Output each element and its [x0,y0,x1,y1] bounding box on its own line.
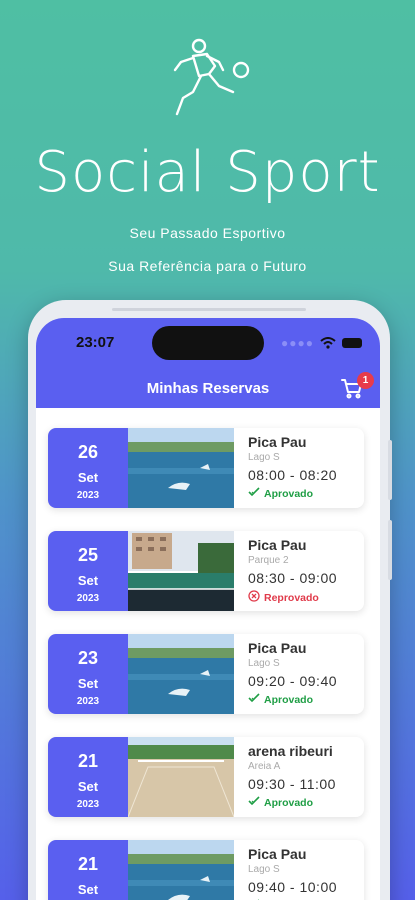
soccer-player-icon [173,38,250,116]
x-circle-icon [248,590,260,605]
status-text: Aprovado [264,693,314,706]
tennis-court-photo [128,531,234,611]
speaker-grille [112,308,306,311]
reservation-card[interactable]: 23 Set 2023 Pica Pau Lago S 09:20 - 09:4… [48,634,364,714]
phone-side-button [388,440,392,500]
reservation-card[interactable]: 21 Set 2023 Pica Pau Lago S 09:40 - 10:0… [48,840,364,900]
date-month: Set [77,676,99,691]
date-box: 21 Set 2023 [48,737,128,817]
court-name: Areia A [248,761,281,772]
reservation-info: Pica Pau Lago S 09:40 - 10:00 Aprovado [248,846,360,900]
time-range: 08:00 - 08:20 [248,467,338,483]
sand-court-photo [127,737,235,817]
status-text: Aprovado [264,796,314,809]
status-label: Aprovado [248,487,360,500]
status-time: 23:07 [76,334,115,351]
reservation-list: 26 Set 2023 Pica Pau Lago S 08:00 - 08:2… [48,428,364,900]
lake-photo [128,428,234,508]
date-box: 23 Set 2023 [48,634,128,714]
time-range: 09:20 - 09:40 [248,673,338,689]
tagline-future: Sua Referência para o Futuro [108,258,307,274]
date-year: 2023 [76,593,100,604]
check-icon [248,487,260,500]
date-day: 23 [77,648,99,668]
time-range: 09:30 - 11:00 [248,776,336,792]
reservation-info: Pica Pau Parque 2 08:30 - 09:00 Reprovad… [248,537,360,605]
check-icon [248,693,260,706]
lake-photo [128,634,234,714]
venue-name: Pica Pau [248,846,307,862]
reservation-card[interactable]: 26 Set 2023 Pica Pau Lago S 08:00 - 08:2… [48,428,364,508]
date-day: 26 [77,442,99,462]
date-month: Set [77,470,99,485]
reservation-card[interactable]: 21 Set 2023 arena ribeuri Areia A 09:30 … [48,737,364,817]
lake-photo [128,840,234,900]
status-text: Aprovado [264,487,314,500]
app-title: Social Sport [34,140,381,205]
dynamic-island [152,326,264,360]
date-month: Set [77,882,99,897]
reservation-card[interactable]: 25 Set 2023 Pica Pau Parque 2 08:30 - 09… [48,531,364,611]
court-name: Lago S [248,452,280,463]
date-box: 21 Set 2023 [48,840,128,900]
time-range: 08:30 - 09:00 [248,570,338,586]
status-label: Aprovado [248,796,360,809]
court-name: Parque 2 [248,555,289,566]
app-header: 23:07 ●●●● Minhas Reservas 1 [36,318,380,408]
venue-name: Pica Pau [248,537,307,553]
status-label: Aprovado [248,693,360,706]
cart-count-badge: 1 [357,372,374,389]
wifi-icon [320,337,336,349]
court-name: Lago S [248,864,280,875]
date-box: 26 Set 2023 [48,428,128,508]
check-icon [248,796,260,809]
date-month: Set [77,779,99,794]
reservation-info: Pica Pau Lago S 08:00 - 08:20 Aprovado [248,434,360,500]
battery-icon [342,338,362,348]
signal-icon: ●●●● [281,336,314,350]
reservation-info: Pica Pau Lago S 09:20 - 09:40 Aprovado [248,640,360,706]
date-year: 2023 [76,490,100,501]
date-year: 2023 [76,696,100,707]
phone-side-button [388,520,392,580]
tagline-past: Seu Passado Esportivo [129,225,286,241]
venue-name: arena ribeuri [248,743,333,759]
status-icons: ●●●● [281,336,362,350]
date-day: 25 [77,545,99,565]
venue-name: Pica Pau [248,640,307,656]
status-text: Reprovado [264,591,319,604]
date-month: Set [77,573,99,588]
date-day: 21 [77,854,99,874]
status-label: Reprovado [248,590,360,605]
court-name: Lago S [248,658,280,669]
date-day: 21 [77,751,99,771]
date-box: 25 Set 2023 [48,531,128,611]
phone-screen: 23:07 ●●●● Minhas Reservas 1 26 Set 2023 [36,318,380,900]
date-year: 2023 [76,799,100,810]
reservation-info: arena ribeuri Areia A 09:30 - 11:00 Apro… [248,743,360,809]
time-range: 09:40 - 10:00 [248,879,338,895]
venue-name: Pica Pau [248,434,307,450]
page-title: Minhas Reservas [146,380,270,397]
